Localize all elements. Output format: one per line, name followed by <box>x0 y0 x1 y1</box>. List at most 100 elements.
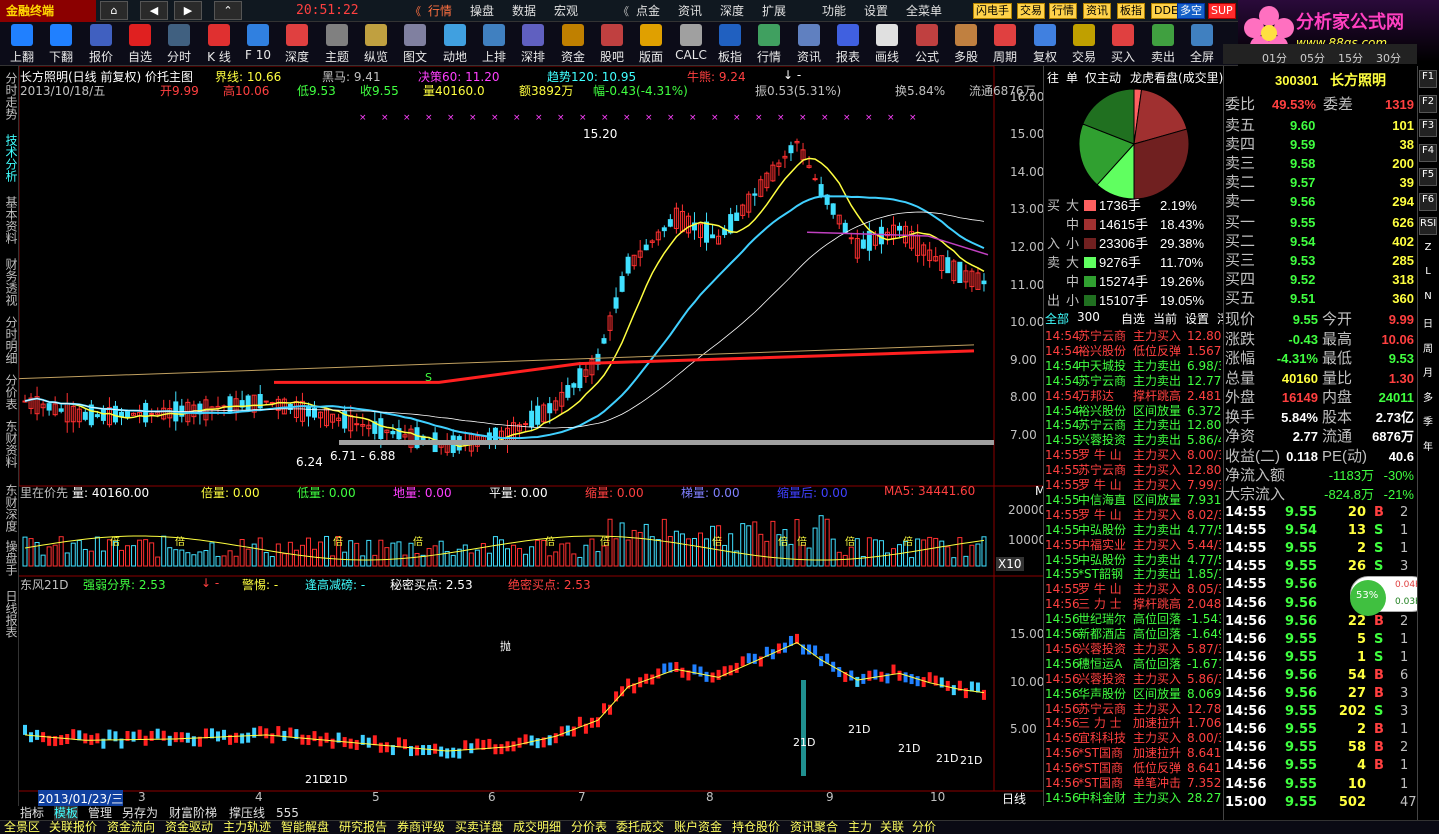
back-button[interactable]: ◀ <box>140 1 168 20</box>
toolbar-button[interactable]: 多股 <box>948 23 984 65</box>
toolbar-button[interactable]: 报表 <box>830 23 866 65</box>
toolbar-button[interactable]: 纵览 <box>358 23 394 65</box>
toolbar-button[interactable]: 板指 <box>712 23 748 65</box>
toolbar-button[interactable]: 深度 <box>279 23 315 65</box>
toolbar-button[interactable]: 公式 <box>909 23 945 65</box>
chart-bottom-tab[interactable]: 另存为 <box>122 806 158 820</box>
status-link[interactable]: 成交明细 <box>513 821 561 834</box>
deal-stock[interactable]: 兴蓉投资 <box>1078 672 1126 687</box>
toolbar-button[interactable]: 深排 <box>515 23 551 65</box>
status-link[interactable]: 资讯聚合 <box>790 821 838 834</box>
toolbar-button[interactable]: 买入 <box>1105 23 1141 65</box>
left-tab[interactable]: 东财深度 <box>2 484 18 532</box>
status-link[interactable]: 关联 <box>880 821 904 834</box>
deal-stock[interactable]: 三 力 士 <box>1078 716 1122 731</box>
toolbar-button[interactable]: 周期 <box>987 23 1023 65</box>
quick-badge[interactable]: 板指 <box>1117 3 1145 19</box>
quick-badge[interactable]: SUP <box>1208 3 1236 19</box>
function-key[interactable]: Z <box>1419 242 1437 260</box>
toolbar-button[interactable]: 资金 <box>555 23 591 65</box>
function-key[interactable]: F6 <box>1419 192 1437 211</box>
menu-item[interactable]: 行情 <box>428 0 452 22</box>
function-key[interactable]: 年 <box>1419 438 1437 456</box>
period-tab[interactable]: 01分 <box>1262 50 1287 66</box>
status-link[interactable]: 主力 <box>848 821 872 834</box>
deal-stock[interactable]: 宜科科技 <box>1078 731 1126 746</box>
chart-bottom-tab[interactable]: 模板 <box>54 806 79 820</box>
deal-stock[interactable]: 中天城投 <box>1078 359 1126 374</box>
status-link[interactable]: 关联报价 <box>49 821 97 834</box>
function-key[interactable]: 周 <box>1419 340 1437 358</box>
period-label[interactable]: 日线 <box>1002 790 1026 807</box>
chart-bottom-tab[interactable]: 555 <box>276 806 299 820</box>
deal-stock[interactable]: 罗 牛 山 <box>1078 448 1122 463</box>
menu-item[interactable]: 数据 <box>512 0 536 22</box>
toolbar-button[interactable]: 动地 <box>437 23 473 65</box>
toolbar-button[interactable]: CALC <box>673 23 709 65</box>
toolbar-button[interactable]: 交易 <box>1066 23 1102 65</box>
menu-item[interactable]: 设置 <box>864 0 888 22</box>
function-key[interactable]: L <box>1419 266 1437 284</box>
deal-stock[interactable]: *ST韶钢 <box>1078 567 1123 582</box>
function-key[interactable]: F3 <box>1419 119 1437 137</box>
deal-stock[interactable]: 中弘股份 <box>1078 523 1126 538</box>
toolbar-button[interactable]: 报价 <box>83 23 119 65</box>
function-key[interactable]: 月 <box>1419 364 1437 382</box>
status-link[interactable]: 资金驱动 <box>165 821 213 834</box>
chart-bottom-tab[interactable]: 财富阶梯 <box>169 806 217 820</box>
left-tab[interactable]: 分时走势 <box>2 72 18 120</box>
status-link[interactable]: 智能解盘 <box>281 821 329 834</box>
toolbar-button[interactable]: 全屏 <box>1184 23 1220 65</box>
function-key[interactable]: 季 <box>1419 413 1437 431</box>
deal-stock[interactable]: *ST国商 <box>1078 761 1123 776</box>
function-key[interactable]: F2 <box>1419 94 1437 113</box>
function-key[interactable]: RSI <box>1419 217 1437 235</box>
toolbar-button[interactable]: 股吧 <box>594 23 630 65</box>
deal-filter-tab[interactable]: 当前 <box>1153 310 1177 327</box>
forward-button[interactable]: ▶ <box>174 1 202 20</box>
chart-area[interactable]: × × × × × × × × × × × × × × × × × × × × × × × × × × <box>19 66 1043 806</box>
toolbar-button[interactable]: F 10 <box>240 23 276 65</box>
deal-stock[interactable]: 苏宁云商 <box>1078 463 1126 478</box>
left-tab[interactable]: 分时明细 <box>2 316 18 364</box>
flow-tab[interactable]: 往 <box>1047 69 1059 86</box>
period-tab[interactable]: 15分 <box>1338 50 1363 66</box>
quick-badge[interactable]: 交易 <box>1017 3 1045 19</box>
toolbar-button[interactable]: 下翻 <box>43 23 79 65</box>
function-key[interactable]: F4 <box>1419 143 1437 162</box>
toolbar-button[interactable]: K 线 <box>201 23 237 65</box>
toolbar-button[interactable]: 行情 <box>751 23 787 65</box>
status-link[interactable]: 买卖详盘 <box>455 821 503 834</box>
deal-stock[interactable]: *ST国商 <box>1078 746 1123 761</box>
deal-filter-tab[interactable]: 全部 <box>1045 310 1069 327</box>
deal-stock[interactable]: *ST国商 <box>1078 776 1123 791</box>
chart-bottom-tab[interactable]: 管理 <box>88 806 112 820</box>
left-tab[interactable]: 日线报表 <box>2 590 18 638</box>
toolbar-button[interactable]: 图文 <box>397 23 433 65</box>
deal-stock[interactable]: 罗 牛 山 <box>1078 478 1122 493</box>
left-tab[interactable]: 分价表 <box>2 374 18 410</box>
toolbar-button[interactable]: 自选 <box>122 23 158 65</box>
chart-bottom-tab[interactable]: 撑压线 <box>229 806 265 820</box>
deal-stock[interactable]: 裕兴股份 <box>1078 344 1126 359</box>
collapse-button[interactable]: ⌃ <box>214 1 242 20</box>
deal-stock[interactable]: 新都酒店 <box>1078 627 1126 642</box>
deal-stock[interactable]: 三 力 士 <box>1078 597 1122 612</box>
status-link[interactable]: 持仓股价 <box>732 821 780 834</box>
deal-stock[interactable]: 中弘股份 <box>1078 553 1126 568</box>
function-key[interactable]: N <box>1419 291 1437 309</box>
function-key[interactable]: F1 <box>1419 70 1437 88</box>
flow-tab[interactable]: 单 <box>1066 69 1078 86</box>
left-tab[interactable]: 财务透视 <box>2 258 18 306</box>
menu-item[interactable]: 点金 <box>636 0 660 22</box>
left-tab[interactable]: 基本资料 <box>2 196 18 244</box>
status-link[interactable]: 研究报告 <box>339 821 387 834</box>
toolbar-button[interactable]: 复权 <box>1027 23 1063 65</box>
left-tab[interactable]: 技术分析 <box>2 134 18 182</box>
deal-filter-tab[interactable]: 自选 <box>1121 310 1145 327</box>
function-key[interactable]: F5 <box>1419 168 1437 186</box>
deal-stock[interactable]: 裕兴股份 <box>1078 404 1126 419</box>
deal-stock[interactable]: 兴蓉投资 <box>1078 642 1126 657</box>
deal-filter-tab[interactable]: 300 <box>1077 310 1100 324</box>
flow-tab[interactable]: 龙虎看盘(成交里) <box>1130 69 1223 86</box>
